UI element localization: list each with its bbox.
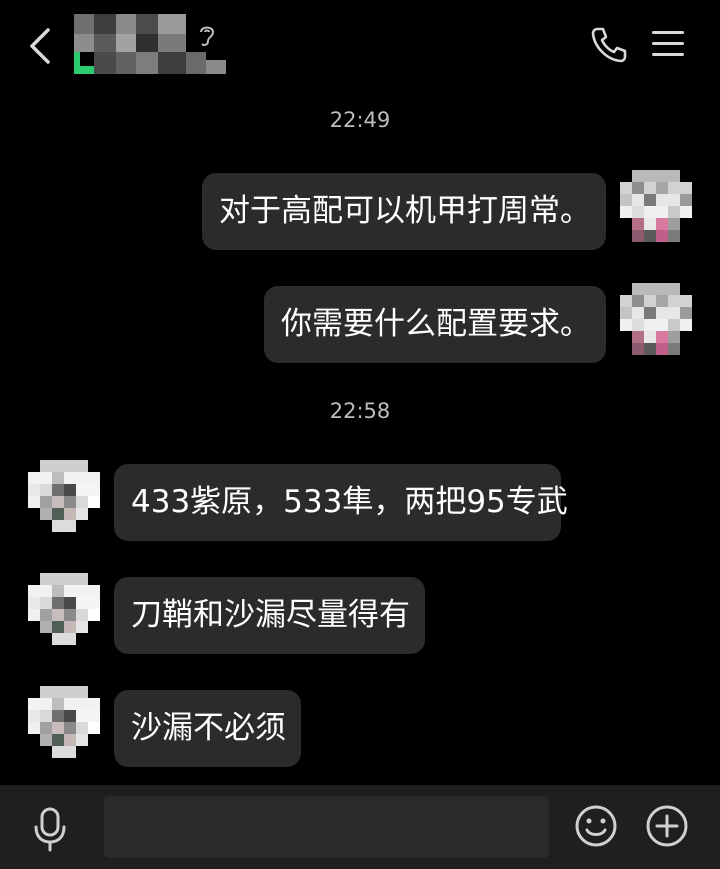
- my-avatar[interactable]: [620, 170, 692, 242]
- chat-header: [0, 0, 720, 90]
- my-avatar[interactable]: [620, 283, 692, 355]
- phone-icon[interactable]: [588, 24, 630, 66]
- menu-icon[interactable]: [652, 29, 688, 59]
- contact-avatar[interactable]: [28, 460, 100, 532]
- outgoing-message-bubble[interactable]: 你需要什么配置要求。: [264, 286, 606, 363]
- earpiece-mode-icon: [200, 26, 215, 46]
- timestamp: 22:49: [329, 108, 391, 132]
- incoming-message-bubble[interactable]: 433紫原，533隼，两把95专武: [114, 464, 568, 541]
- timestamp: 22:58: [329, 399, 391, 423]
- outgoing-message-bubble[interactable]: 对于高配可以机甲打周常。: [202, 173, 606, 250]
- contact-avatar[interactable]: [28, 686, 100, 758]
- chevron-left-icon[interactable]: [22, 24, 58, 68]
- incoming-message-bubble[interactable]: 沙漏不必须: [114, 690, 301, 767]
- message-input[interactable]: [104, 796, 549, 858]
- contact-avatar[interactable]: [28, 573, 100, 645]
- incoming-message-bubble[interactable]: 刀鞘和沙漏尽量得有: [114, 577, 425, 654]
- microphone-icon[interactable]: [30, 805, 70, 853]
- emoji-icon[interactable]: [574, 804, 618, 848]
- plus-circle-icon[interactable]: [645, 804, 689, 848]
